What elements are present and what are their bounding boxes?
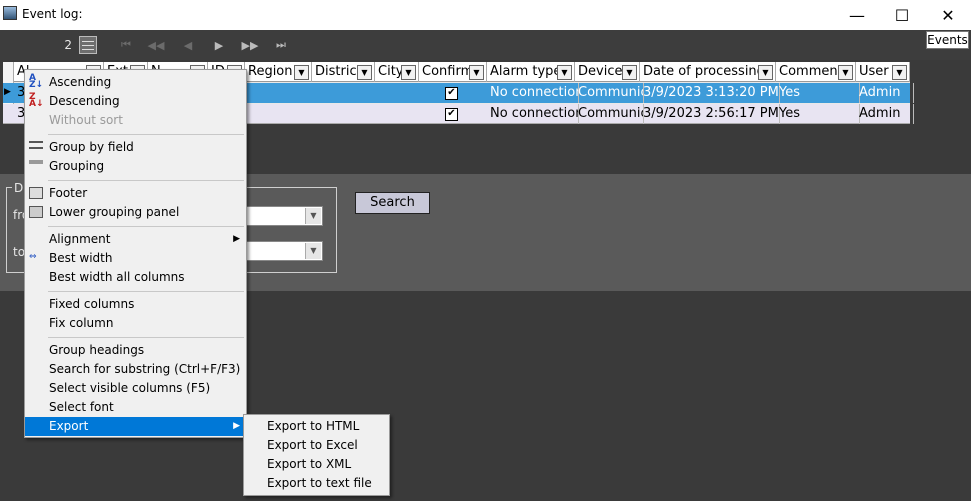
window-title: Event log: xyxy=(22,7,83,21)
confirm-checkbox[interactable]: ✔ xyxy=(419,83,487,103)
menu-item-export-text[interactable]: Export to text file xyxy=(244,474,389,493)
previous-page-fast-icon[interactable]: ◀◀ xyxy=(147,36,165,54)
cell-alarm-type[interactable]: No connection xyxy=(487,104,579,124)
footer-icon xyxy=(29,187,43,199)
column-header-confirm[interactable]: Confirm ▼ xyxy=(419,62,487,82)
cell-device[interactable]: Communic xyxy=(575,104,644,124)
app-icon xyxy=(3,6,17,20)
best-width-icon: ⇔ xyxy=(29,252,37,262)
menu-item-group-headings[interactable]: Group headings xyxy=(25,341,246,360)
current-row-indicator-icon: ▶ xyxy=(4,87,11,97)
cell-user[interactable]: Admin xyxy=(856,83,914,103)
column-header-alarm-type[interactable]: Alarm type ▼ xyxy=(487,62,575,82)
menu-item-grouping[interactable]: Grouping xyxy=(25,157,246,176)
menu-item-best-width-all[interactable]: Best width all columns xyxy=(25,268,246,287)
menu-item-group-by-field[interactable]: Group by field xyxy=(25,138,246,157)
to-date-combo[interactable]: ▼ xyxy=(246,241,323,261)
window-title-bar xyxy=(0,0,971,30)
menu-item-descending[interactable]: Descending xyxy=(25,92,246,111)
column-header-city[interactable]: City ▼ xyxy=(375,62,419,82)
menu-separator xyxy=(48,180,244,181)
search-button[interactable]: Search xyxy=(355,192,430,214)
cell-comment[interactable]: Yes xyxy=(776,104,860,124)
from-date-combo[interactable]: ▼ xyxy=(246,206,323,226)
chevron-down-icon[interactable]: ▼ xyxy=(305,208,321,224)
last-page-icon[interactable]: ⏭ xyxy=(272,36,290,54)
cell-device[interactable]: Communic xyxy=(575,83,644,103)
menu-item-without-sort: Without sort xyxy=(49,113,123,127)
menu-separator xyxy=(48,226,244,227)
cell-date[interactable]: 3/9/2023 3:13:20 PM xyxy=(640,83,780,103)
menu-item-export[interactable]: Export ▶ xyxy=(25,417,246,436)
group-by-field-icon xyxy=(29,141,43,149)
previous-icon[interactable]: ◀ xyxy=(179,36,197,54)
column-header-date-of-processing[interactable]: Date of processing ▼ xyxy=(640,62,776,82)
close-button[interactable]: ✕ xyxy=(925,0,971,30)
menu-item-ascending[interactable]: Ascending xyxy=(25,73,246,92)
confirm-checkbox[interactable]: ✔ xyxy=(419,104,487,124)
menu-item-footer[interactable]: Footer xyxy=(25,184,246,203)
toolbar xyxy=(0,30,971,60)
events-button[interactable]: Events xyxy=(926,31,969,49)
menu-item-select-visible-columns[interactable]: Select visible columns (F5) xyxy=(25,379,246,398)
column-header-district[interactable]: District ▼ xyxy=(312,62,375,82)
column-header-region[interactable]: Region ▼ xyxy=(245,62,312,82)
next-page-fast-icon[interactable]: ▶▶ xyxy=(241,36,259,54)
menu-item-export-excel[interactable]: Export to Excel xyxy=(244,436,389,455)
lower-panel-icon xyxy=(29,206,43,218)
maximize-button[interactable]: ☐ xyxy=(879,0,925,30)
column-header-user[interactable]: User ▼ xyxy=(856,62,910,82)
next-icon[interactable]: ▶ xyxy=(210,36,228,54)
cell-alarm-type[interactable]: No connection xyxy=(487,83,579,103)
cell-comment[interactable]: Yes xyxy=(776,83,860,103)
column-header-comment[interactable]: Comment ▼ xyxy=(776,62,856,82)
cell-user[interactable]: Admin xyxy=(856,104,914,124)
column-header-device[interactable]: Device ▼ xyxy=(575,62,640,82)
sort-ascending-icon: A Z↓ xyxy=(29,73,44,90)
grid-view-icon[interactable] xyxy=(79,36,97,54)
menu-item-alignment[interactable]: Alignment ▶ xyxy=(25,230,246,249)
menu-item-fixed-columns[interactable]: Fixed columns xyxy=(25,295,246,314)
menu-separator xyxy=(48,291,244,292)
chevron-down-icon[interactable]: ▼ xyxy=(305,243,321,259)
menu-item-fix-column[interactable]: Fix column xyxy=(25,314,246,333)
first-page-icon[interactable]: ⏮ xyxy=(117,36,135,54)
menu-item-best-width[interactable]: Best width xyxy=(25,249,246,268)
page-number: 2 xyxy=(64,38,72,52)
grouping-icon xyxy=(29,160,43,164)
minimize-button[interactable]: — xyxy=(834,0,880,30)
menu-item-export-html[interactable]: Export to HTML xyxy=(244,417,389,436)
menu-item-search-substring[interactable]: Search for substring (Ctrl+F/F3) xyxy=(25,360,246,379)
menu-separator xyxy=(48,134,244,135)
sort-descending-icon: Z A↓ xyxy=(29,92,44,109)
cell-date[interactable]: 3/9/2023 2:56:17 PM xyxy=(640,104,780,124)
menu-separator xyxy=(48,337,244,338)
menu-item-export-xml[interactable]: Export to XML xyxy=(244,455,389,474)
menu-item-select-font[interactable]: Select font xyxy=(25,398,246,417)
menu-item-lower-grouping-panel[interactable]: Lower grouping panel xyxy=(25,203,246,222)
